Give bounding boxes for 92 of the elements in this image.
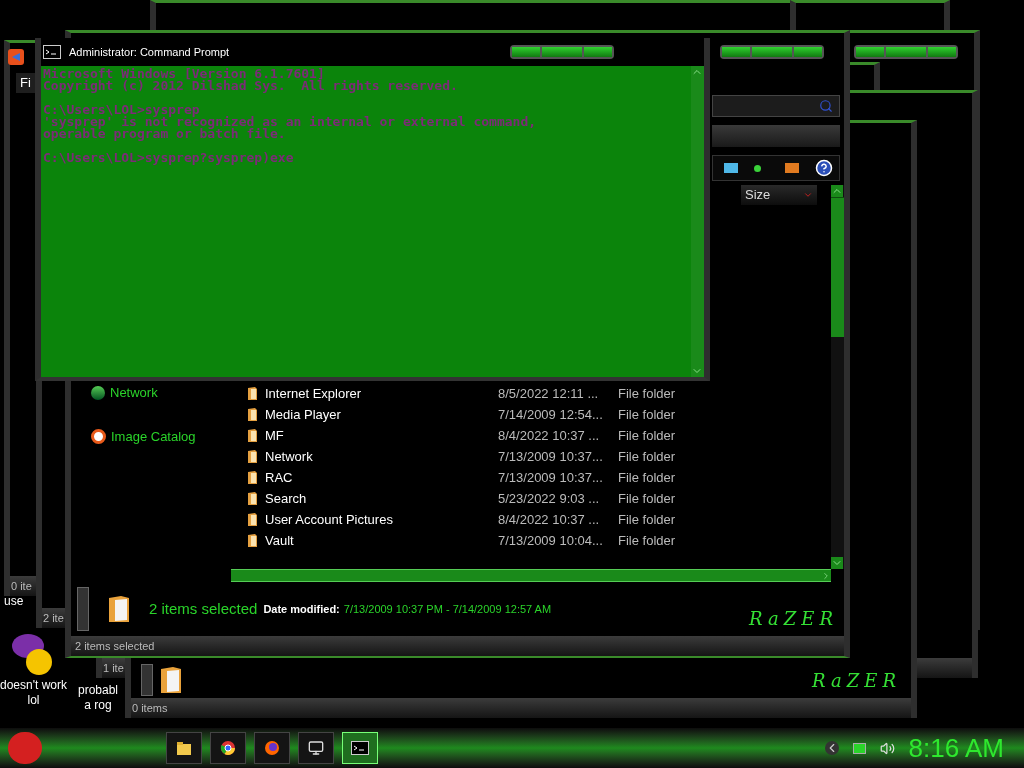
status-text: 2 items selected	[75, 638, 155, 654]
file-row[interactable]: Internet Explorer 8/5/2022 12:11 ... File folder	[247, 383, 831, 404]
status-text: 2 ite	[43, 610, 64, 626]
maximize-button[interactable]	[752, 47, 792, 57]
console-line: operable program or batch file.	[43, 128, 287, 140]
file-type: File folder	[618, 489, 676, 508]
logo: RaZER	[749, 607, 838, 631]
column-header[interactable]: Size	[741, 185, 817, 205]
file-row[interactable]: Media Player 7/14/2009 12:54... File folder	[247, 404, 831, 425]
taskbar-button[interactable]	[298, 732, 334, 764]
selection-count: 2 items selected	[149, 598, 258, 619]
file-date: 7/13/2009 10:04...	[498, 531, 604, 550]
address-bar[interactable]	[712, 125, 840, 147]
file-name: Search	[264, 489, 308, 508]
taskbar-button[interactable]	[210, 732, 246, 764]
scroll-thumb[interactable]	[831, 197, 844, 337]
maximize-button[interactable]	[886, 47, 926, 57]
file-row[interactable]: MF 8/4/2022 10:37 ... File folder	[247, 425, 831, 446]
icon-label[interactable]: doesn't work lol	[0, 678, 67, 708]
vertical-scrollbar[interactable]	[691, 66, 704, 377]
volume-icon[interactable]	[879, 740, 895, 756]
grip-handle[interactable]	[141, 664, 153, 696]
terminal-icon	[43, 45, 61, 59]
nav-link[interactable]: Image Catalog	[111, 426, 196, 446]
globe-icon	[91, 385, 105, 400]
vertical-scrollbar[interactable]	[831, 185, 844, 569]
help-icon[interactable]	[815, 159, 833, 177]
file-name: Vault	[264, 531, 295, 550]
search-field[interactable]	[712, 95, 840, 117]
minimize-button[interactable]	[512, 47, 540, 57]
file-name: Network	[264, 447, 314, 466]
close-button[interactable]	[928, 47, 956, 57]
browser-icon	[220, 740, 236, 756]
status-text: 0 items	[132, 700, 168, 716]
file-row[interactable]: RAC 7/13/2009 10:37... File folder	[247, 467, 831, 488]
window-title: Administrator: Command Prompt	[69, 44, 230, 60]
file-name: User Account Pictures	[264, 510, 394, 529]
browser-icon	[264, 740, 280, 756]
scroll-up-icon[interactable]	[831, 185, 843, 197]
file-name: MF	[264, 426, 285, 445]
back-icon[interactable]	[824, 741, 839, 755]
date-value: 7/13/2009 10:37 PM - 7/14/2009 12:57 AM	[343, 601, 552, 617]
file-type: File folder	[618, 447, 676, 466]
clock[interactable]: 8:16 AM	[908, 728, 1004, 768]
file-type: File folder	[618, 531, 676, 550]
minimize-button[interactable]	[856, 47, 884, 57]
start-button[interactable]	[8, 732, 42, 764]
file-type: File folder	[618, 384, 676, 403]
file-date: 7/13/2009 10:37...	[498, 468, 604, 487]
icon-label[interactable]: probabl a rog	[78, 683, 119, 713]
file-name: Media Player	[264, 405, 342, 424]
console-line: C:\Users\LOL>sysprep?sysprep)exe	[43, 152, 295, 164]
scroll-down-icon[interactable]	[831, 557, 843, 569]
console-line: Copyright (c) 2012 Dilshad Sys. All rights reserved.	[43, 80, 459, 92]
file-name: Internet Explorer	[264, 384, 363, 403]
console-line: C:\Users\LOL>sysprep	[43, 104, 200, 116]
horizontal-scrollbar[interactable]	[231, 569, 831, 582]
minimize-button[interactable]	[722, 47, 750, 57]
taskbar-button[interactable]	[254, 732, 290, 764]
file-row[interactable]: Search 5/23/2022 9:03 ... File folder	[247, 488, 831, 509]
maximize-button[interactable]	[542, 47, 582, 57]
date-label: Date modified:	[263, 601, 340, 617]
file-row[interactable]: Network 7/13/2009 10:37... File folder	[247, 446, 831, 467]
file-date: 8/5/2022 12:11 ...	[498, 384, 600, 403]
nav-link[interactable]: Network	[110, 383, 158, 403]
file-date: 5/23/2022 9:03 ...	[498, 489, 601, 508]
file-date: 8/4/2022 10:37 ...	[498, 426, 601, 445]
logo: RaZER	[812, 668, 901, 693]
status-text: 0 ite	[11, 578, 32, 594]
file-type: File folder	[618, 510, 676, 529]
console-line: 'sysprep' is not recognized as an internal or external command,	[43, 116, 538, 128]
grip-handle[interactable]	[77, 587, 89, 631]
file-date: 7/14/2009 12:54...	[498, 405, 604, 424]
file-row[interactable]: User Account Pictures 8/4/2022 10:37 ... File folder	[247, 509, 831, 530]
console-line: Microsoft Windows [Version 6.1.7601]	[43, 68, 326, 80]
taskbar-button[interactable]	[166, 732, 202, 764]
file-type: File folder	[618, 468, 676, 487]
status-text: 1 ite	[103, 660, 124, 676]
file-type: File folder	[618, 405, 676, 424]
file-name: RAC	[264, 468, 294, 487]
sort-icon	[803, 190, 813, 200]
file-type: File folder	[618, 426, 676, 445]
file-date: 8/4/2022 10:37 ...	[498, 510, 601, 529]
scroll-right-icon[interactable]	[821, 570, 831, 581]
search-icon	[819, 99, 833, 113]
file-date: 7/13/2009 10:37...	[498, 447, 604, 466]
terminal-icon	[351, 741, 369, 755]
close-button[interactable]	[794, 47, 822, 57]
app-icon	[8, 49, 24, 65]
file-row[interactable]: Vault 7/13/2009 10:04... File folder	[247, 530, 831, 551]
close-button[interactable]	[584, 47, 612, 57]
icon-label[interactable]: use	[4, 594, 24, 609]
